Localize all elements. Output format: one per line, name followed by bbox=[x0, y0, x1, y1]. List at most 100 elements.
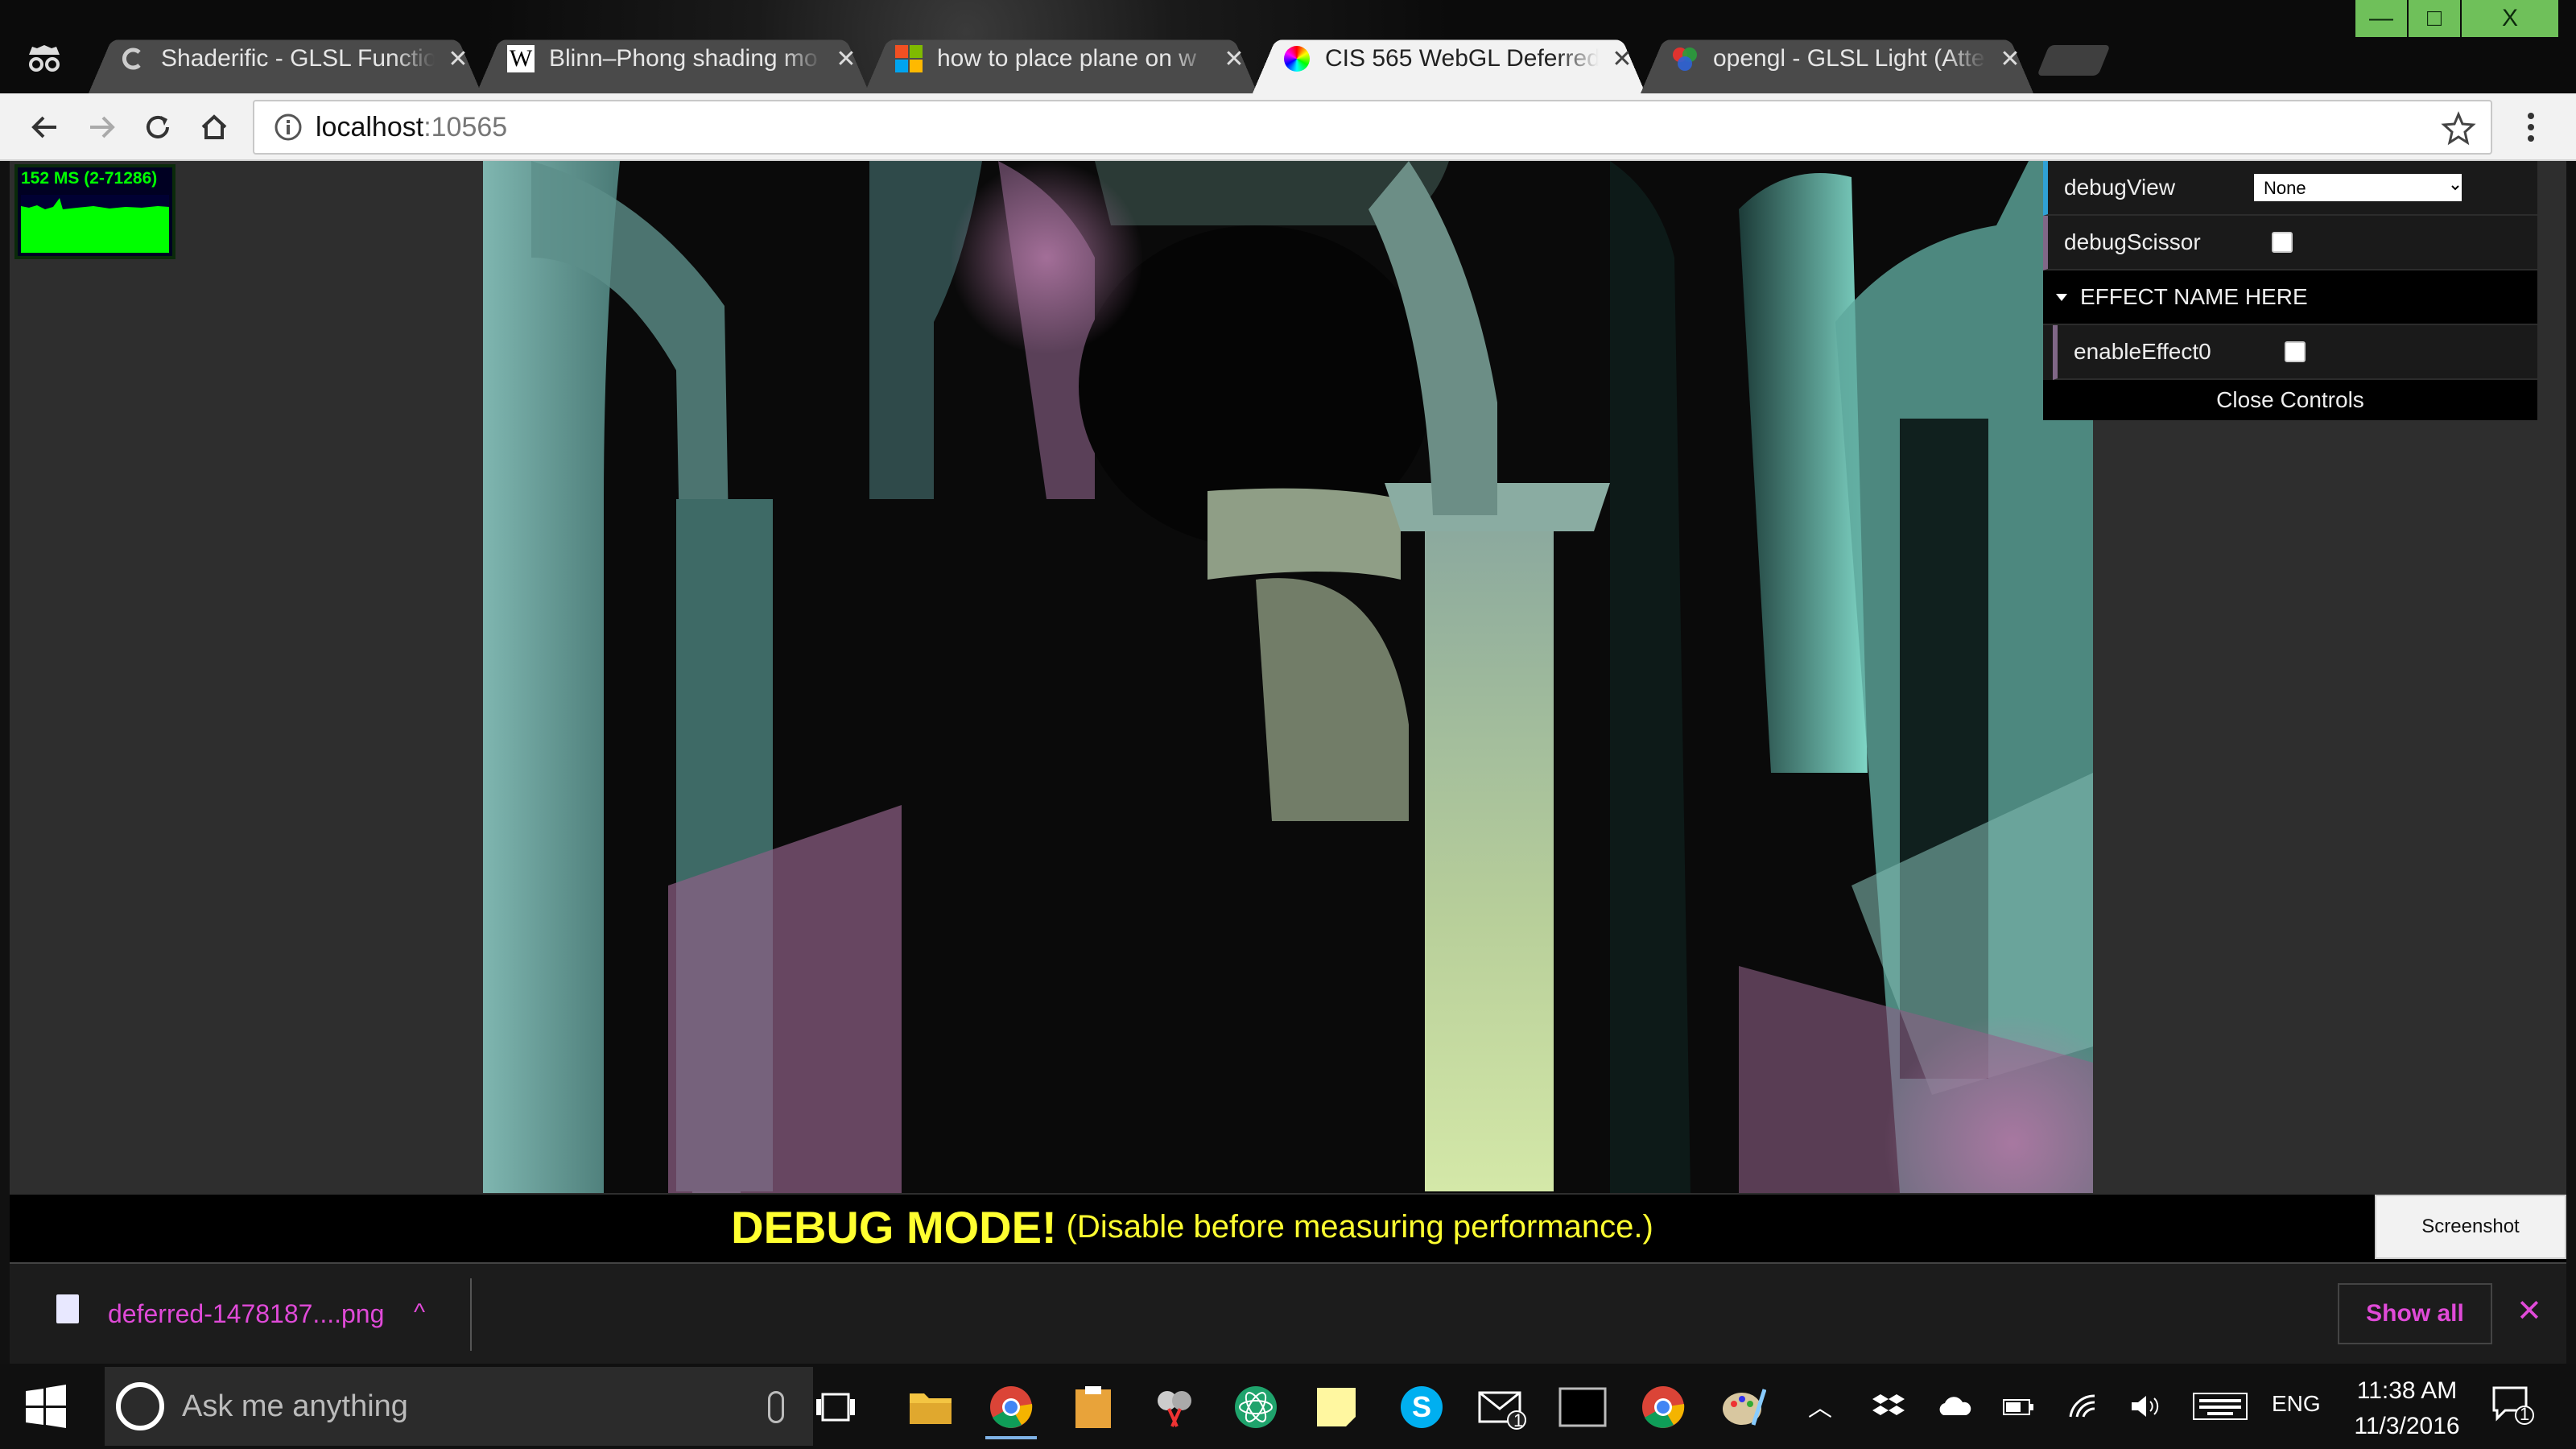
debug-mode-title: DEBUG MODE! bbox=[731, 1201, 1057, 1253]
sticky-note-icon bbox=[1317, 1388, 1356, 1426]
sticky-notes-button[interactable] bbox=[1304, 1375, 1368, 1439]
tab-close-icon[interactable]: ✕ bbox=[1222, 45, 1246, 73]
effect-folder-title: EFFECT NAME HERE bbox=[2080, 284, 2308, 309]
skype-icon: S bbox=[1401, 1386, 1443, 1428]
battery-icon[interactable] bbox=[2003, 1396, 2035, 1423]
windows-start-icon[interactable] bbox=[24, 1385, 68, 1428]
tab-place-plane[interactable]: how to place plane on w ✕ bbox=[857, 24, 1265, 93]
download-options-chevron-icon[interactable]: ^ bbox=[414, 1299, 425, 1327]
file-explorer-button[interactable] bbox=[898, 1375, 963, 1439]
window-controls: — □ X bbox=[2354, 0, 2558, 37]
tab-shaderific[interactable]: Shaderific - GLSL Functio ✕ bbox=[80, 24, 489, 93]
bookmark-star-icon[interactable] bbox=[2441, 111, 2476, 147]
effect-folder-header[interactable]: EFFECT NAME HERE bbox=[2043, 270, 2537, 325]
incognito-icon bbox=[29, 45, 60, 72]
tab-title: Shaderific - GLSL Functio bbox=[161, 45, 435, 72]
chrome-icon bbox=[990, 1386, 1033, 1428]
app-button-orange[interactable] bbox=[1061, 1375, 1125, 1439]
maximize-button[interactable]: □ bbox=[2409, 0, 2460, 37]
screenshot-button[interactable]: Screenshot bbox=[2375, 1195, 2566, 1259]
volume-icon[interactable] bbox=[2130, 1393, 2162, 1426]
home-icon bbox=[201, 114, 227, 139]
download-filename[interactable]: deferred-1478187....png bbox=[108, 1299, 384, 1329]
tab-close-icon[interactable]: ✕ bbox=[1610, 45, 1634, 73]
url-port: :10565 bbox=[423, 111, 508, 142]
reload-icon bbox=[147, 115, 169, 138]
address-bar[interactable]: localhost:10565 bbox=[253, 100, 2492, 155]
debugscissor-control: debugScissor bbox=[2043, 216, 2537, 270]
cortana-search-box[interactable]: Ask me anything bbox=[105, 1367, 813, 1446]
onedrive-icon[interactable] bbox=[1937, 1396, 1972, 1423]
frame-time-text: 152 MS (2-71286) bbox=[21, 169, 158, 188]
tab-blinn-phong[interactable]: W Blinn–Phong shading mo ✕ bbox=[469, 24, 877, 93]
chrome-icon bbox=[1642, 1386, 1685, 1428]
browser-menu-button[interactable] bbox=[2515, 105, 2547, 150]
image-file-icon bbox=[56, 1294, 79, 1323]
windows-taskbar: Ask me anything S 1 ︿ ENG 11:38 AM 11/3/… bbox=[0, 1364, 2576, 1449]
microsoft-icon bbox=[895, 45, 923, 72]
close-window-button[interactable]: X bbox=[2462, 0, 2558, 37]
tab-close-icon[interactable]: ✕ bbox=[446, 45, 470, 73]
debugscissor-checkbox[interactable] bbox=[2272, 232, 2293, 253]
paint-button[interactable] bbox=[1711, 1375, 1776, 1439]
input-language[interactable]: ENG bbox=[2272, 1391, 2321, 1417]
debugview-select[interactable]: None bbox=[2254, 174, 2462, 201]
task-view-icon bbox=[816, 1393, 855, 1422]
home-button[interactable] bbox=[192, 105, 237, 150]
search-placeholder: Ask me anything bbox=[182, 1389, 408, 1423]
task-view-button[interactable] bbox=[803, 1375, 868, 1439]
close-controls-button[interactable]: Close Controls bbox=[2043, 380, 2537, 420]
atom-icon bbox=[1235, 1386, 1277, 1428]
debug-mode-banner: DEBUG MODE! (Disable before measuring pe… bbox=[10, 1195, 2375, 1259]
action-center-icon[interactable]: 1 bbox=[2492, 1386, 2534, 1431]
snipping-tool-button[interactable] bbox=[1143, 1375, 1208, 1439]
new-tab-button[interactable] bbox=[2037, 45, 2111, 76]
atom-editor-button[interactable] bbox=[1224, 1375, 1288, 1439]
forward-button[interactable] bbox=[79, 105, 124, 150]
paint-palette-icon bbox=[1723, 1389, 1766, 1426]
microphone-icon[interactable] bbox=[768, 1391, 784, 1423]
tab-opengl-light[interactable]: opengl - GLSL Light (Atte ✕ bbox=[1633, 24, 2041, 93]
reload-button[interactable] bbox=[135, 105, 180, 150]
terminal-button[interactable] bbox=[1550, 1375, 1615, 1439]
mail-badge: 1 bbox=[1513, 1410, 1524, 1430]
terminal-icon bbox=[1558, 1387, 1607, 1427]
close-shelf-icon[interactable]: ✕ bbox=[2516, 1293, 2542, 1329]
dropbox-icon[interactable] bbox=[1872, 1393, 1905, 1418]
cortana-icon bbox=[116, 1382, 164, 1430]
enableeffect0-checkbox[interactable] bbox=[2285, 341, 2306, 362]
folder-collapse-icon bbox=[2056, 293, 2067, 301]
debug-mode-subtitle: (Disable before measuring performance.) bbox=[1066, 1208, 1653, 1245]
clock-time: 11:38 AM bbox=[2356, 1377, 2458, 1404]
tab-close-icon[interactable]: ✕ bbox=[1998, 45, 2022, 73]
touch-keyboard-icon[interactable] bbox=[2193, 1393, 2248, 1426]
tab-cis565-deferred[interactable]: CIS 565 WebGL Deferred ✕ bbox=[1245, 24, 1653, 93]
tab-close-icon[interactable]: ✕ bbox=[834, 45, 858, 73]
debugview-control: debugView None bbox=[2043, 161, 2537, 216]
chrome-taskbar-button[interactable] bbox=[979, 1375, 1043, 1439]
sponza-render bbox=[483, 161, 2093, 1193]
page-content: 152 MS (2-71286) debugView None debugSci… bbox=[10, 161, 2566, 1262]
wifi-icon[interactable] bbox=[2067, 1393, 2099, 1426]
back-button[interactable] bbox=[23, 105, 68, 150]
url-host: localhost bbox=[316, 111, 424, 142]
kebab-menu-icon bbox=[2528, 113, 2534, 142]
mail-button[interactable]: 1 bbox=[1470, 1375, 1534, 1439]
notification-badge: 1 bbox=[2520, 1404, 2530, 1424]
folder-icon bbox=[910, 1393, 952, 1424]
scissors-icon bbox=[1158, 1391, 1191, 1427]
info-icon[interactable] bbox=[272, 111, 304, 143]
show-all-button[interactable]: Show all bbox=[2338, 1283, 2492, 1344]
skype-button[interactable]: S bbox=[1389, 1375, 1454, 1439]
minimize-button[interactable]: — bbox=[2355, 0, 2407, 37]
chrome-taskbar-button-2[interactable] bbox=[1631, 1375, 1695, 1439]
taskbar-clock[interactable]: 11:38 AM 11/3/2016 bbox=[2334, 1373, 2479, 1444]
tray-overflow-icon[interactable]: ︿ bbox=[1808, 1388, 1832, 1423]
enableeffect0-label: enableEffect0 bbox=[2074, 339, 2211, 364]
back-arrow-icon bbox=[31, 116, 56, 138]
tab-title: how to place plane on w bbox=[937, 45, 1196, 72]
effect-folder-body: enableEffect0 bbox=[2043, 325, 2537, 380]
download-shelf: deferred-1478187....png ^ Show all ✕ bbox=[10, 1262, 2566, 1364]
webgl-canvas[interactable] bbox=[483, 161, 2093, 1193]
tab-title: Blinn–Phong shading mo bbox=[549, 45, 818, 72]
